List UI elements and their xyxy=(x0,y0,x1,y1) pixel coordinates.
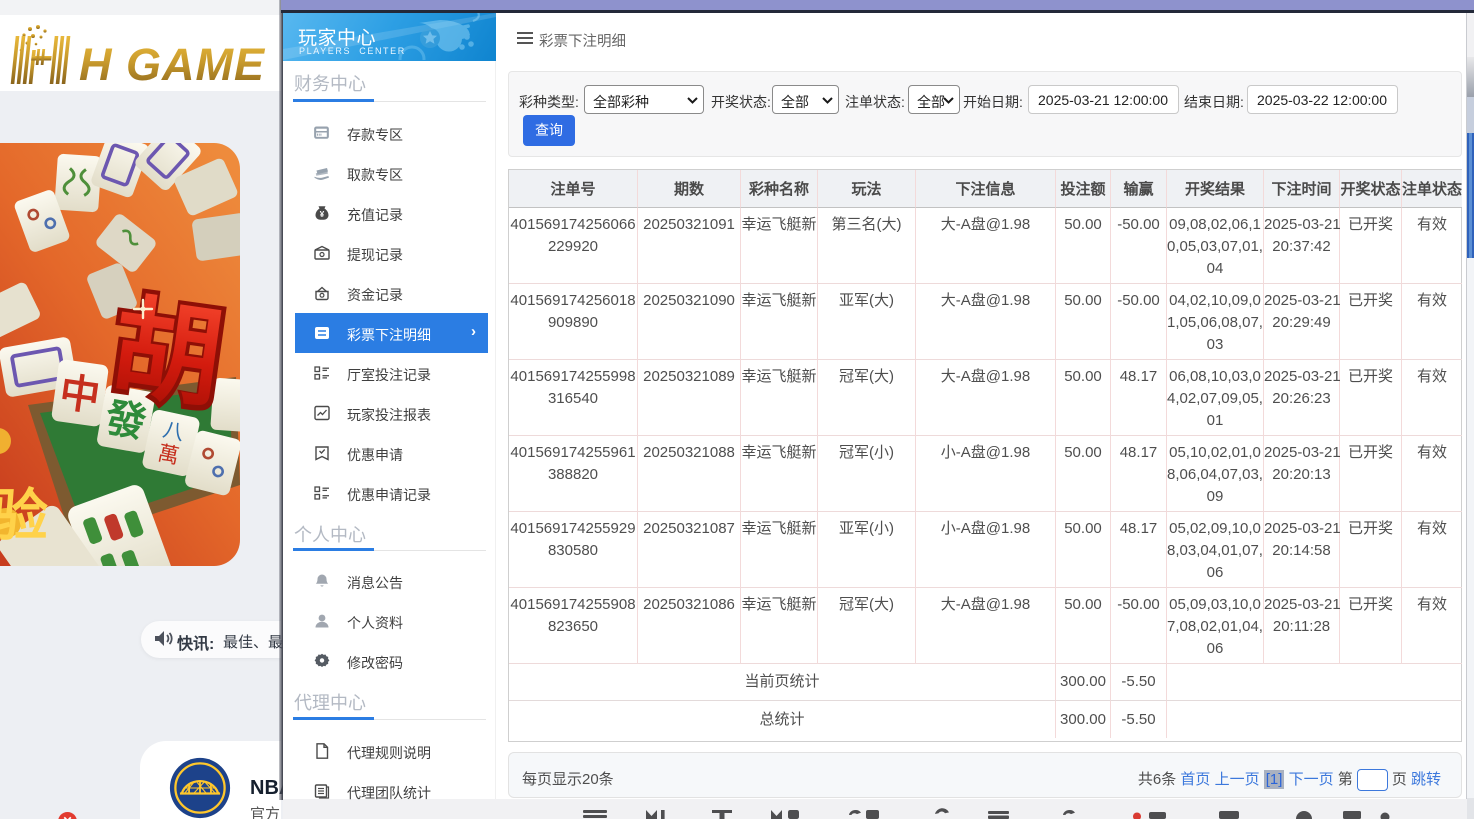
svg-text:胡: 胡 xyxy=(104,285,230,422)
svg-text:中: 中 xyxy=(57,370,103,419)
svg-text:验: 验 xyxy=(0,484,48,547)
svg-text:¥: ¥ xyxy=(320,210,325,219)
svg-text:H GAME: H GAME xyxy=(79,39,266,86)
